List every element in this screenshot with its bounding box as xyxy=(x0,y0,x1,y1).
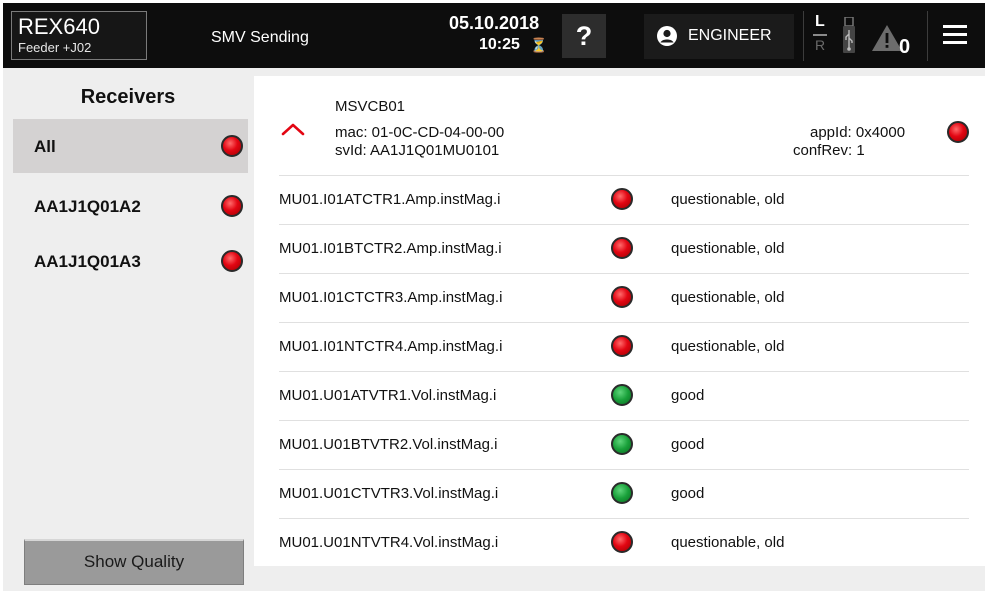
signal-name: MU01.I01CTCTR3.Amp.instMag.i xyxy=(279,289,503,306)
status-led-icon xyxy=(611,188,633,210)
status-led-icon xyxy=(611,433,633,455)
sidebar-item-aa1j1q01a2[interactable]: AA1J1Q01A2 xyxy=(13,179,248,233)
sidebar-item-aa1j1q01a3[interactable]: AA1J1Q01A3 xyxy=(13,234,248,288)
alarm-count: 0 xyxy=(899,36,911,58)
table-row: MU01.I01ATCTR1.Amp.instMag.i questionabl… xyxy=(279,175,969,224)
time-label: 10:25 xyxy=(479,36,520,53)
control-block-name: MSVCB01 xyxy=(335,98,406,115)
signal-quality: questionable, old xyxy=(671,534,785,551)
signal-quality: good xyxy=(671,485,705,502)
signals-panel: MSVCB01 mac: 01-0C-CD-04-00-00 svId: AA1… xyxy=(254,76,985,566)
status-led-icon xyxy=(611,335,633,357)
status-led-icon xyxy=(611,482,633,504)
status-led-icon xyxy=(611,237,633,259)
signal-name: MU01.I01BTCTR2.Amp.instMag.i xyxy=(279,240,502,257)
signal-name: MU01.I01ATCTR1.Amp.instMag.i xyxy=(279,191,501,208)
status-led-icon xyxy=(611,531,633,553)
receivers-sidebar: Receivers All AA1J1Q01A2 AA1J1Q01A3 Show… xyxy=(8,76,248,591)
sidebar-item-label: All xyxy=(34,137,56,156)
table-row: MU01.I01NTCTR4.Amp.instMag.i questionabl… xyxy=(279,322,969,371)
clock-unsynced-icon: ⏳ xyxy=(530,37,548,53)
sidebar-item-label: AA1J1Q01A2 xyxy=(34,197,141,216)
device-name: REX640 xyxy=(18,14,100,39)
usb-icon xyxy=(843,17,855,53)
user-role-label: ENGINEER xyxy=(688,27,772,44)
signal-quality: questionable, old xyxy=(671,289,785,306)
table-row: MU01.U01NTVTR4.Vol.instMag.i questionabl… xyxy=(279,518,969,567)
divider xyxy=(803,11,804,61)
status-led-icon xyxy=(221,135,243,157)
table-row: MU01.I01CTCTR3.Amp.instMag.i questionabl… xyxy=(279,273,969,322)
user-icon xyxy=(657,26,677,46)
signal-name: MU01.U01BTVTR2.Vol.instMag.i xyxy=(279,436,498,453)
device-info-button[interactable]: REX640 Feeder +J02 xyxy=(11,11,147,60)
lr-divider xyxy=(813,34,827,36)
help-button[interactable]: ? xyxy=(562,14,606,58)
user-button[interactable]: ENGINEER xyxy=(644,14,794,59)
status-led-icon xyxy=(611,384,633,406)
sidebar-title: Receivers xyxy=(80,86,176,108)
hamburger-menu-icon[interactable] xyxy=(940,19,972,51)
signal-quality: questionable, old xyxy=(671,338,785,355)
remote-label: R xyxy=(815,37,826,53)
signal-name: MU01.U01NTVTR4.Vol.instMag.i xyxy=(279,534,499,551)
signal-quality: questionable, old xyxy=(671,191,785,208)
signal-name: MU01.U01CTVTR3.Vol.instMag.i xyxy=(279,485,499,502)
control-block-svid: svId: AA1J1Q01MU0101 xyxy=(335,142,500,159)
show-quality-button[interactable]: Show Quality xyxy=(24,539,244,585)
date-label: 05.10.2018 xyxy=(449,13,540,33)
table-row: MU01.U01CTVTR3.Vol.instMag.i good xyxy=(279,469,969,518)
table-row: MU01.U01ATVTR1.Vol.instMag.i good xyxy=(279,371,969,420)
status-led-icon xyxy=(221,250,243,272)
divider xyxy=(927,11,928,61)
signal-quality: good xyxy=(671,387,705,404)
top-bar: REX640 Feeder +J02 SMV Sending 05.10.201… xyxy=(3,3,985,68)
app-window: REX640 Feeder +J02 SMV Sending 05.10.201… xyxy=(3,3,985,591)
table-row: MU01.U01BTVTR2.Vol.instMag.i good xyxy=(279,420,969,469)
control-block-confrev: confRev: 1 xyxy=(793,142,865,159)
local-remote-indicator[interactable]: L R xyxy=(813,13,827,57)
sidebar-item-all[interactable]: All xyxy=(13,119,248,173)
signal-name: MU01.I01NTCTR4.Amp.instMag.i xyxy=(279,338,503,355)
sidebar-item-label: AA1J1Q01A3 xyxy=(34,252,141,271)
control-block-mac: mac: 01-0C-CD-04-00-00 xyxy=(335,124,505,141)
page-title: SMV Sending xyxy=(211,29,309,46)
signal-quality: questionable, old xyxy=(671,240,785,257)
status-led-icon xyxy=(611,286,633,308)
local-label: L xyxy=(815,13,825,30)
table-row: MU01.I01BTCTR2.Amp.instMag.i questionabl… xyxy=(279,224,969,273)
signal-name: MU01.U01ATVTR1.Vol.instMag.i xyxy=(279,387,497,404)
chevron-up-icon[interactable] xyxy=(281,122,305,136)
device-location: Feeder +J02 xyxy=(18,40,92,55)
status-led-icon xyxy=(221,195,243,217)
status-led-icon xyxy=(947,121,969,143)
control-block-appid: appId: 0x4000 xyxy=(810,124,906,141)
signal-quality: good xyxy=(671,436,705,453)
